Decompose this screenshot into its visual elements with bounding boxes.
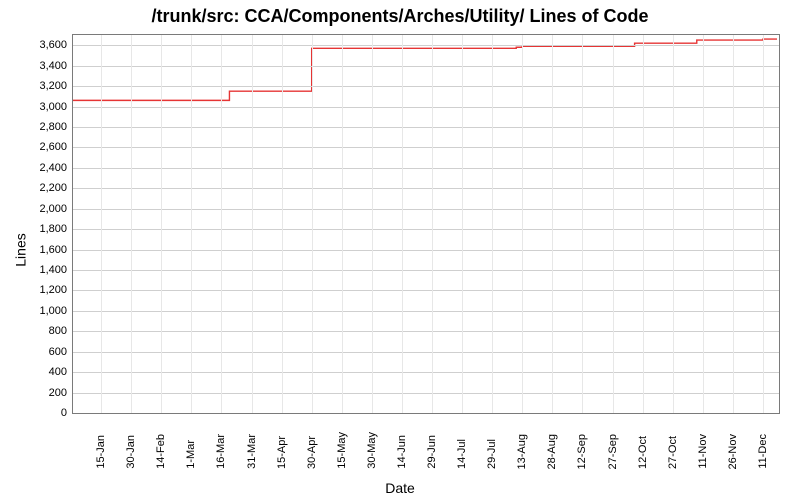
x-tick-label: 14-Jun: [396, 435, 408, 469]
x-tick-label: 14-Jul: [456, 439, 468, 469]
x-tick-label: 1-Mar: [185, 440, 197, 469]
x-tick-label: 16-Mar: [215, 434, 227, 469]
chart-container: /trunk/src: CCA/Components/Arches/Utilit…: [0, 0, 800, 500]
y-tick-label: 800: [49, 325, 73, 337]
x-gridline: [673, 35, 674, 413]
y-tick-label: 1,200: [39, 284, 73, 296]
x-gridline: [282, 35, 283, 413]
x-tick-label: 12-Oct: [637, 436, 649, 469]
x-tick-label: 15-May: [336, 432, 348, 469]
x-gridline: [643, 35, 644, 413]
x-gridline: [402, 35, 403, 413]
y-tick-label: 3,600: [39, 39, 73, 51]
y-tick-label: 2,600: [39, 141, 73, 153]
y-tick-label: 2,400: [39, 162, 73, 174]
x-tick-label: 29-Jul: [486, 439, 498, 469]
x-tick-label: 29-Jun: [426, 435, 438, 469]
y-tick-label: 3,000: [39, 101, 73, 113]
series-line: [73, 39, 777, 100]
y-tick-label: 400: [49, 366, 73, 378]
x-gridline: [522, 35, 523, 413]
x-gridline: [462, 35, 463, 413]
x-tick-label: 15-Apr: [276, 436, 288, 469]
x-tick-label: 28-Aug: [546, 434, 558, 469]
y-axis-label: Lines: [13, 233, 29, 266]
chart-title: /trunk/src: CCA/Components/Arches/Utilit…: [0, 6, 800, 27]
x-tick-label: 11-Dec: [757, 434, 769, 469]
x-gridline: [131, 35, 132, 413]
y-tick-label: 1,000: [39, 305, 73, 317]
x-gridline: [613, 35, 614, 413]
x-gridline: [763, 35, 764, 413]
y-tick-label: 1,600: [39, 244, 73, 256]
y-tick-label: 3,200: [39, 80, 73, 92]
x-tick-label: 30-Jan: [125, 435, 137, 469]
y-tick-label: 3,400: [39, 60, 73, 72]
x-gridline: [552, 35, 553, 413]
x-tick-label: 13-Aug: [516, 434, 528, 469]
x-tick-label: 27-Sep: [607, 434, 619, 469]
y-tick-label: 1,800: [39, 223, 73, 235]
y-tick-label: 1,400: [39, 264, 73, 276]
x-gridline: [101, 35, 102, 413]
x-tick-label: 27-Oct: [667, 436, 679, 469]
y-tick-label: 0: [61, 407, 73, 419]
x-gridline: [312, 35, 313, 413]
x-gridline: [703, 35, 704, 413]
y-tick-label: 600: [49, 346, 73, 358]
x-gridline: [161, 35, 162, 413]
x-gridline: [372, 35, 373, 413]
x-gridline: [582, 35, 583, 413]
x-gridline: [191, 35, 192, 413]
y-tick-label: 2,000: [39, 203, 73, 215]
x-gridline: [432, 35, 433, 413]
x-tick-label: 30-May: [366, 432, 378, 469]
x-gridline: [342, 35, 343, 413]
plot-area: 02004006008001,0001,2001,4001,6001,8002,…: [72, 34, 780, 414]
y-tick-label: 2,800: [39, 121, 73, 133]
x-tick-label: 30-Apr: [306, 436, 318, 469]
x-tick-label: 31-Mar: [246, 434, 258, 469]
x-gridline: [733, 35, 734, 413]
x-axis-label: Date: [0, 480, 800, 496]
x-gridline: [221, 35, 222, 413]
y-tick-label: 200: [49, 387, 73, 399]
x-gridline: [252, 35, 253, 413]
x-tick-label: 14-Feb: [155, 434, 167, 469]
x-gridline: [492, 35, 493, 413]
x-tick-label: 15-Jan: [95, 435, 107, 469]
x-tick-label: 12-Sep: [576, 434, 588, 469]
x-tick-label: 26-Nov: [727, 434, 739, 469]
x-tick-label: 11-Nov: [697, 434, 709, 469]
y-tick-label: 2,200: [39, 182, 73, 194]
